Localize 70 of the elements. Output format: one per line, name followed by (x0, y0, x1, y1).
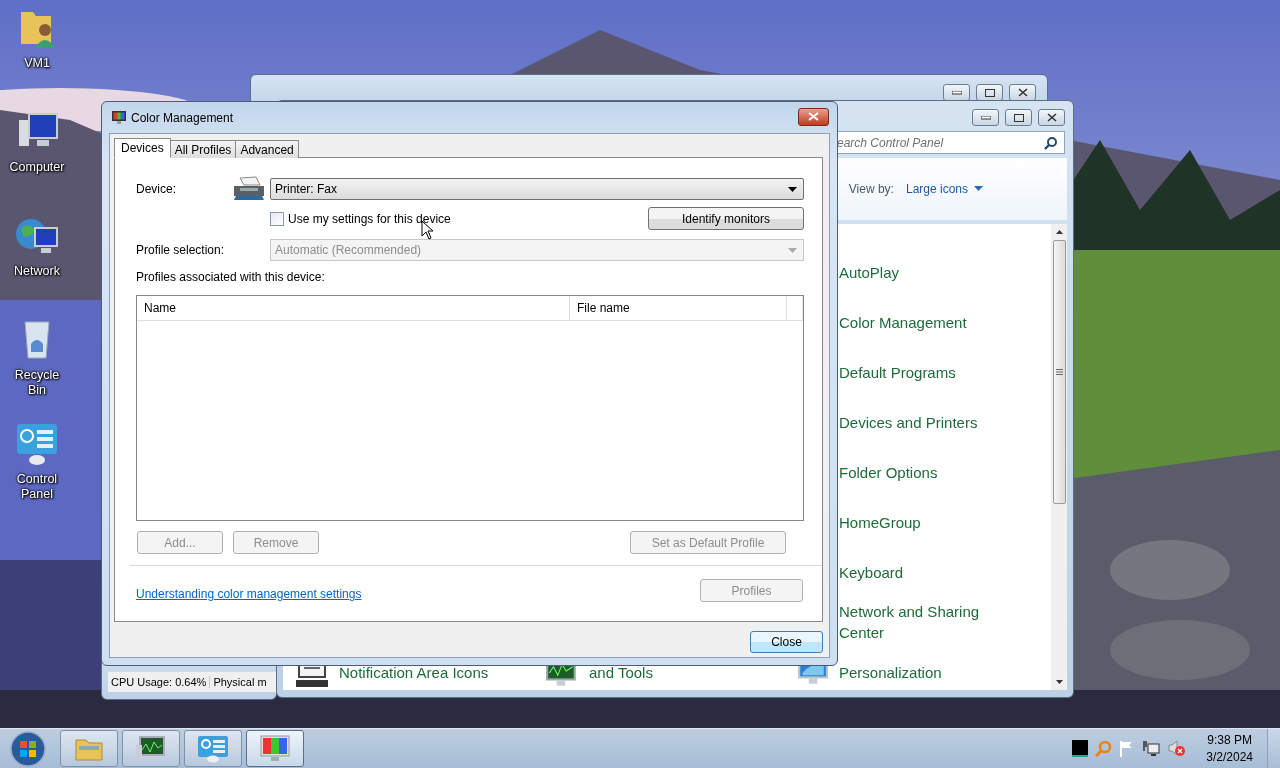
clock[interactable]: 9:38 PM 3/2/2024 (1206, 731, 1253, 766)
profiles-list[interactable]: Name File name (136, 295, 804, 521)
control-panel-icon (197, 734, 229, 763)
close-button[interactable] (1038, 109, 1065, 126)
control-panel-link[interactable]: Notification Area Icons (339, 661, 489, 683)
tab[interactable]: Devices (114, 138, 171, 158)
clock-date: 3/2/2024 (1206, 748, 1253, 766)
printer-icon (232, 176, 266, 202)
control-panel-link[interactable]: Personalization (839, 661, 942, 683)
desktop-icon-label[interactable]: Control Panel (7, 472, 67, 502)
caret-icon (974, 186, 983, 192)
maximize-icon (984, 88, 995, 97)
control-panel-link[interactable]: HomeGroup (839, 511, 921, 533)
control-panel-icon[interactable] (15, 422, 59, 466)
network-icon[interactable] (1142, 740, 1161, 757)
maximize-icon (1013, 113, 1024, 122)
control-panel-link[interactable]: Default Programs (839, 361, 956, 383)
color-monitor-icon (259, 734, 291, 763)
close-button[interactable] (798, 107, 829, 126)
scroll-down-icon[interactable] (1055, 680, 1063, 684)
status-text: Physical m (212, 676, 268, 688)
speaker-muted-icon[interactable] (1167, 740, 1187, 757)
dropdown-arrow-icon (788, 186, 797, 192)
scroll-up-icon[interactable] (1055, 230, 1063, 234)
close-icon (1017, 88, 1028, 97)
column-header[interactable]: Name (137, 296, 570, 320)
close-button[interactable]: Close (750, 631, 823, 653)
control-panel-link[interactable]: Keyboard (839, 561, 904, 583)
performance-monitor-icon (135, 734, 167, 763)
control-panel-link[interactable]: Folder Options (839, 461, 938, 483)
column-header[interactable]: File name (570, 296, 787, 320)
status-text: CPU Usage: 0.64% (108, 676, 211, 688)
control-panel-link[interactable]: AutoPlay (839, 261, 900, 283)
close-icon (808, 112, 819, 121)
start-button[interactable] (10, 730, 46, 767)
scrollbar[interactable] (1051, 224, 1067, 690)
desktop-icon-label[interactable]: Computer (7, 160, 67, 175)
view-by-dropdown[interactable]: Large icons (905, 182, 983, 196)
dropdown-arrow-icon (788, 247, 797, 253)
identify-monitors-button[interactable]: Identify monitors (648, 207, 804, 230)
search-icon[interactable] (1044, 136, 1058, 150)
view-by-label: View by: (848, 182, 894, 196)
field-label: Device: (136, 182, 177, 196)
control-panel-link[interactable]: Devices and Printers (839, 411, 978, 433)
control-panel-link[interactable]: Network and Sharing Center (839, 601, 999, 643)
desktop-icon-label[interactable]: VM1 (7, 56, 67, 71)
grip-icon (1055, 369, 1063, 375)
window-title: Color Management (131, 110, 235, 125)
taskbar-button[interactable] (122, 730, 180, 767)
section-label: Profiles associated with this device: (136, 271, 326, 283)
close-icon (1046, 113, 1057, 122)
device-dropdown[interactable]: Printer: Fax (270, 178, 804, 200)
desktop-icon-label[interactable]: Recycle Bin (7, 368, 67, 398)
scrollbar-thumb[interactable] (1052, 240, 1066, 504)
square-icon[interactable] (1072, 740, 1089, 757)
color-monitor-icon (112, 111, 126, 124)
maximize-button[interactable] (1005, 109, 1032, 126)
minimize-icon (951, 90, 962, 95)
taskbar-button[interactable] (184, 730, 242, 767)
help-link[interactable]: Understanding color management settings (136, 587, 362, 601)
taskbar-button[interactable] (246, 730, 304, 767)
tab[interactable]: Advanced (235, 140, 299, 158)
checkbox-box[interactable] (270, 211, 284, 226)
control-panel-link[interactable]: and Tools (589, 661, 653, 683)
desktop-icon-label[interactable]: Network (7, 264, 67, 279)
minimize-button[interactable] (972, 109, 999, 126)
clock-time: 9:38 PM (1207, 731, 1252, 749)
field-label: Profile selection: (136, 243, 226, 257)
tab[interactable]: All Profiles (169, 140, 237, 158)
control-panel-link[interactable]: Color Management (839, 311, 967, 333)
